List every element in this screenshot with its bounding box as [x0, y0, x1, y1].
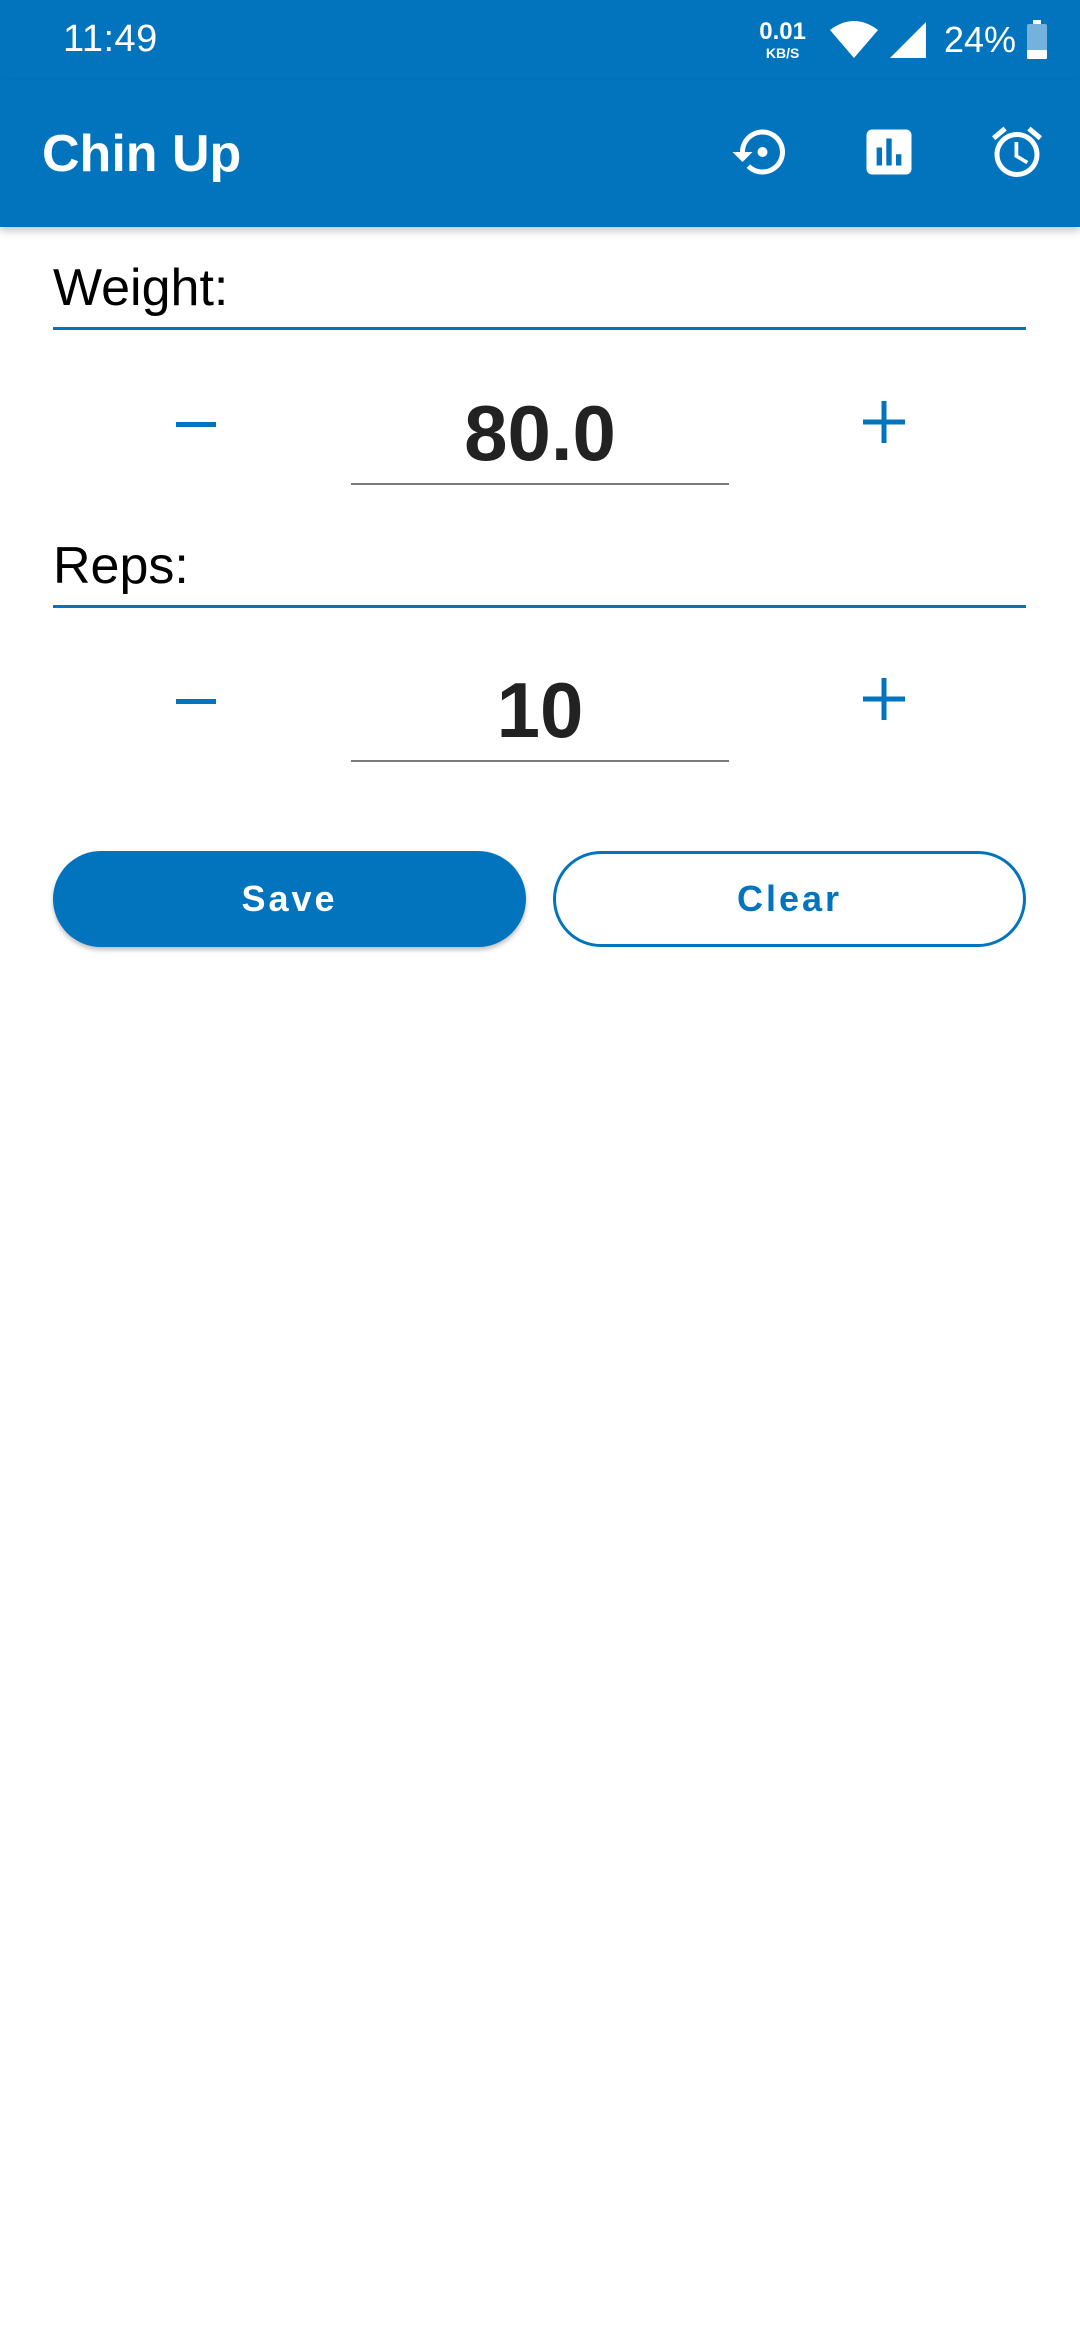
battery-percent: 24% — [943, 19, 1016, 60]
weight-divider — [53, 327, 1026, 330]
network-speed-unit: KB/S — [765, 45, 800, 61]
status-icons: 0.01 KB/S 24% — [759, 14, 1048, 66]
status-time: 11:49 — [63, 18, 158, 60]
network-speed-value: 0.01 — [759, 18, 806, 45]
reps-decrement-button[interactable] — [141, 646, 251, 756]
weight-increment-button[interactable] — [829, 369, 939, 479]
plus-icon — [863, 400, 905, 448]
stats-button[interactable] — [855, 120, 923, 188]
weight-input[interactable]: 80.0 — [351, 383, 729, 485]
minus-icon — [176, 692, 216, 710]
minus-icon — [176, 415, 216, 433]
app-title: Chin Up — [42, 125, 242, 183]
battery-icon — [1026, 20, 1048, 60]
reps-label: Reps: — [53, 537, 189, 595]
app-bar: Chin Up — [0, 80, 1080, 227]
bar-chart-icon — [862, 125, 916, 184]
clear-button[interactable]: Clear — [553, 851, 1026, 947]
plus-icon — [863, 677, 905, 725]
clear-button-label: Clear — [736, 878, 843, 919]
history-button[interactable] — [726, 120, 794, 188]
history-icon — [730, 122, 790, 187]
wifi-icon — [828, 20, 880, 60]
weight-decrement-button[interactable] — [141, 369, 251, 479]
weight-label: Weight: — [53, 259, 229, 317]
status-bar: 11:49 0.01 KB/S 24% — [0, 0, 1080, 80]
reps-divider — [53, 605, 1026, 608]
network-speed: 0.01 KB/S — [759, 18, 806, 61]
alarm-clock-icon — [987, 122, 1047, 187]
reps-increment-button[interactable] — [829, 646, 939, 756]
timer-button[interactable] — [983, 120, 1051, 188]
signal-icon — [888, 20, 928, 60]
screen: 11:49 0.01 KB/S 24% Chin Up Weight: 80.0… — [0, 0, 1080, 2340]
save-button-label: Save — [241, 878, 338, 919]
save-button[interactable]: Save — [53, 851, 526, 947]
reps-input[interactable]: 10 — [351, 660, 729, 762]
